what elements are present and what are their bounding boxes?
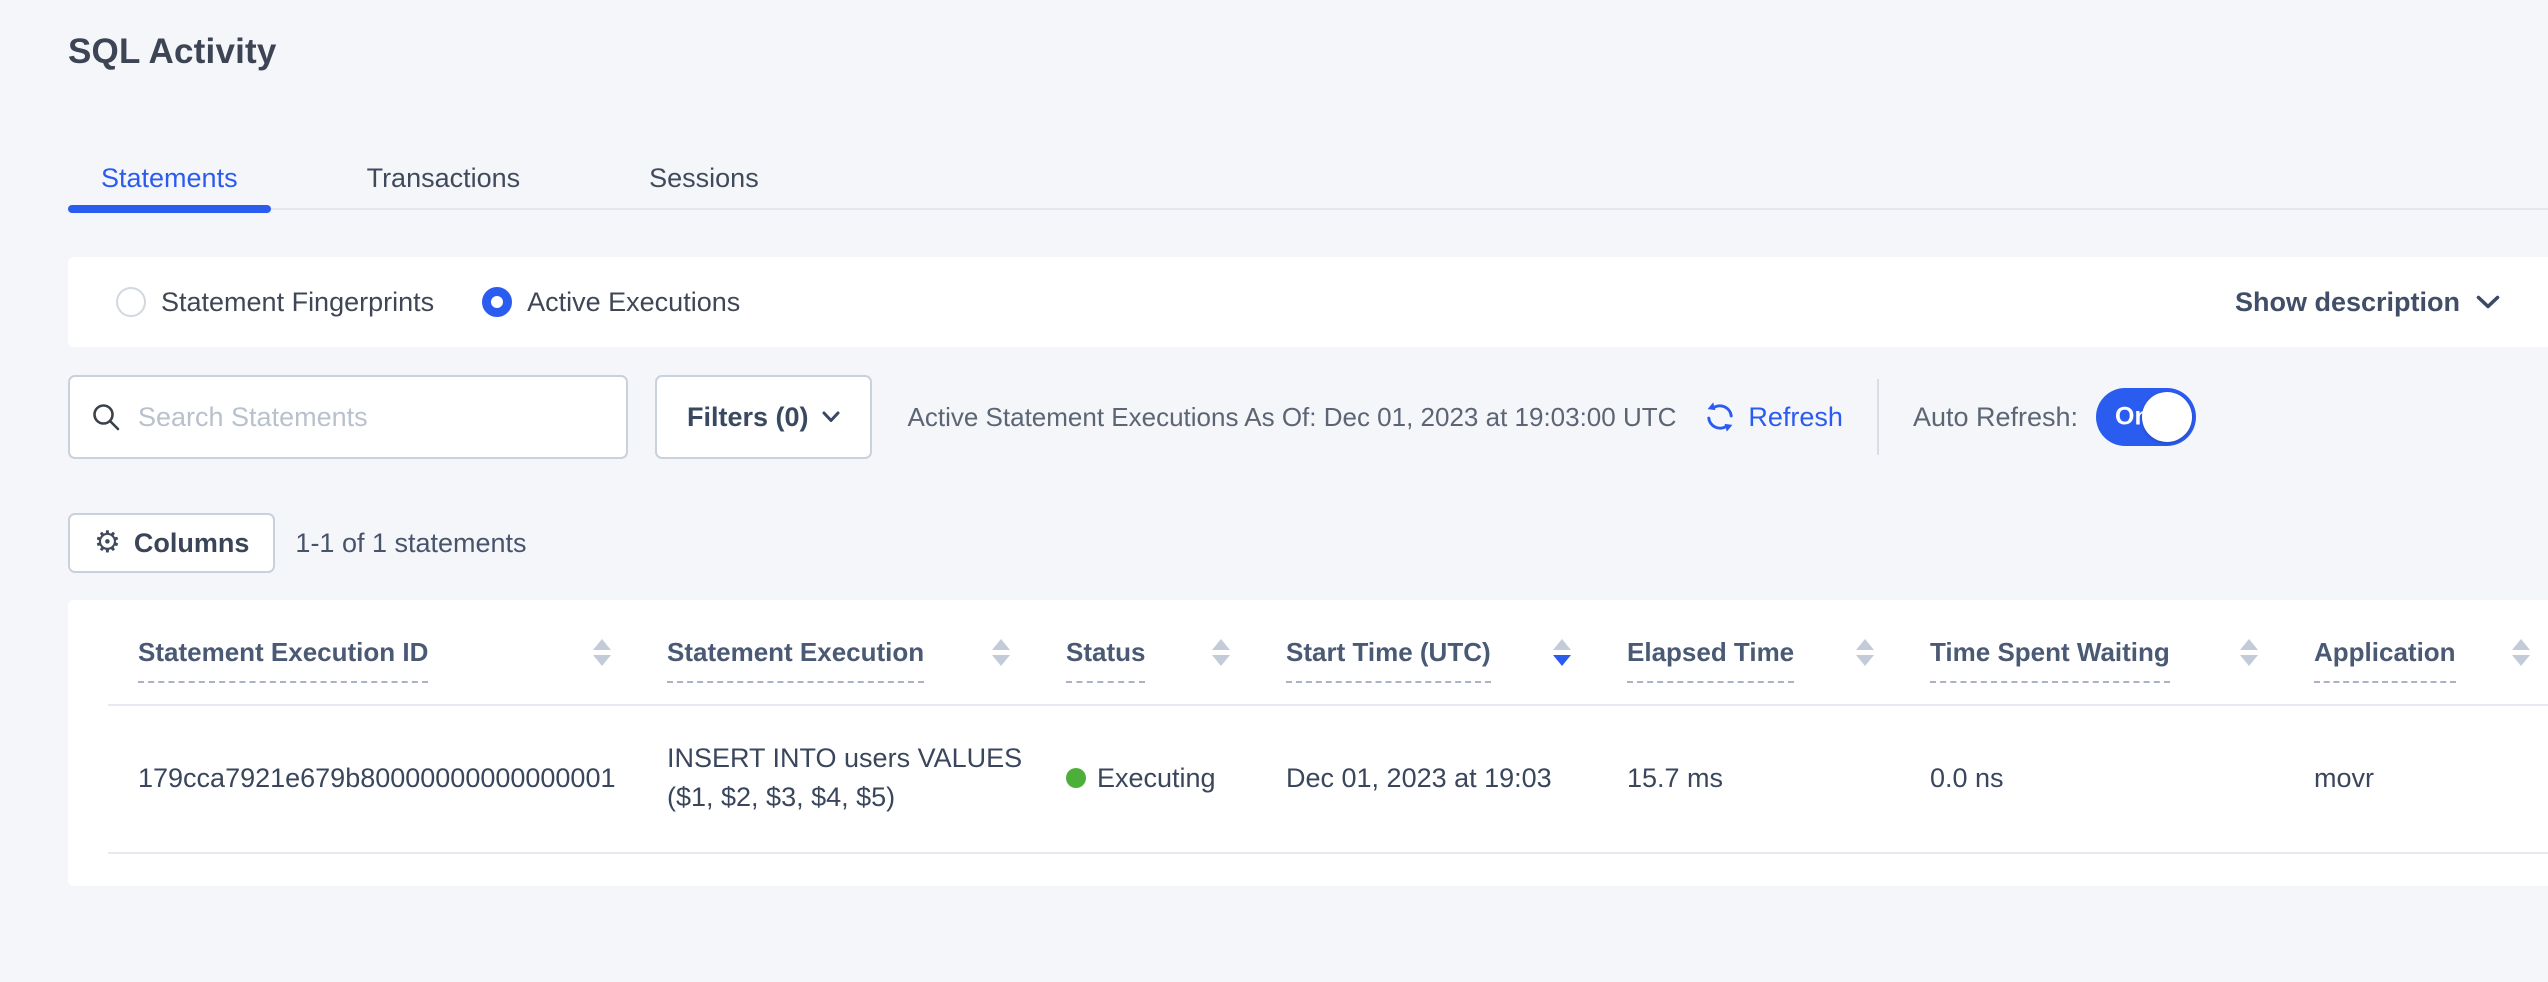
cell-status: Executing	[1066, 763, 1286, 794]
column-header-label[interactable]: Application	[2314, 637, 2456, 683]
cell-time-spent-waiting: 0.0 ns	[1930, 763, 2314, 794]
column-header-label[interactable]: Time Spent Waiting	[1930, 637, 2170, 683]
view-mode-card: Statement Fingerprints Active Executions…	[68, 257, 2548, 347]
table-row[interactable]: 179cca7921e679b80000000000000001 INSERT …	[68, 704, 2548, 852]
sort-icon[interactable]	[1539, 639, 1571, 666]
sort-icon[interactable]	[579, 639, 611, 666]
radio-active-executions[interactable]: Active Executions	[482, 287, 740, 318]
auto-refresh-toggle[interactable]: On	[2096, 388, 2196, 446]
tab-transactions[interactable]: Transactions	[334, 148, 554, 208]
radio-label: Statement Fingerprints	[161, 287, 434, 318]
column-header-label[interactable]: Start Time (UTC)	[1286, 637, 1491, 683]
sort-icon[interactable]	[1842, 639, 1874, 666]
search-input[interactable]	[138, 402, 606, 433]
sql-activity-page: SQL Activity Statements Transactions Ses…	[0, 0, 2548, 982]
sort-icon[interactable]	[2226, 639, 2258, 666]
table-header-row: Statement Execution ID Statement Executi…	[68, 600, 2548, 704]
page-title: SQL Activity	[68, 32, 277, 72]
column-header-statement-execution-id[interactable]: Statement Execution ID	[138, 621, 667, 683]
statement-line-2: ($1, $2, $3, $4, $5)	[667, 778, 1026, 817]
radio-label: Active Executions	[527, 287, 740, 318]
columns-label: Columns	[134, 528, 250, 559]
as-of-text: Active Statement Executions As Of: Dec 0…	[908, 402, 1677, 433]
tab-label: Sessions	[649, 163, 759, 194]
column-header-start-time[interactable]: Start Time (UTC)	[1286, 621, 1627, 683]
radio-icon	[116, 287, 146, 317]
cell-start-time: Dec 01, 2023 at 19:03	[1286, 763, 1627, 794]
search-icon	[90, 401, 122, 433]
toolbar-divider	[1877, 379, 1879, 455]
table-controls: ⚙ Columns 1-1 of 1 statements	[68, 513, 2548, 573]
column-header-elapsed-time[interactable]: Elapsed Time	[1627, 621, 1930, 683]
filters-button[interactable]: Filters (0)	[655, 375, 872, 459]
show-description-label: Show description	[2235, 287, 2460, 318]
sort-icon[interactable]	[978, 639, 1010, 666]
row-separator	[108, 852, 2548, 854]
chevron-down-icon	[2476, 295, 2500, 310]
toggle-knob-icon	[2142, 392, 2192, 442]
refresh-button[interactable]: Refresh	[1704, 401, 1843, 433]
cell-statement-execution-id: 179cca7921e679b80000000000000001	[138, 763, 667, 794]
column-header-label[interactable]: Elapsed Time	[1627, 637, 1794, 683]
cell-application: movr	[2314, 763, 2548, 794]
search-box	[68, 375, 628, 459]
radio-statement-fingerprints[interactable]: Statement Fingerprints	[116, 287, 434, 318]
column-header-label[interactable]: Statement Execution ID	[138, 637, 428, 683]
filters-label: Filters (0)	[687, 402, 809, 433]
tab-sessions[interactable]: Sessions	[616, 148, 792, 208]
show-description-button[interactable]: Show description	[2235, 287, 2500, 318]
results-count: 1-1 of 1 statements	[295, 528, 526, 559]
tab-bar: Statements Transactions Sessions	[68, 148, 2548, 210]
tab-label: Statements	[101, 163, 238, 194]
column-header-label[interactable]: Status	[1066, 637, 1145, 683]
status-executing-dot-icon	[1066, 768, 1086, 788]
column-header-application[interactable]: Application	[2314, 621, 2548, 683]
refresh-label: Refresh	[1748, 402, 1843, 433]
cell-elapsed-time: 15.7 ms	[1627, 763, 1930, 794]
refresh-icon	[1704, 401, 1736, 433]
status-label: Executing	[1097, 763, 1216, 794]
toolbar: Filters (0) Active Statement Executions …	[68, 375, 2548, 459]
statement-line-1: INSERT INTO users VALUES	[667, 739, 1026, 778]
tab-label: Transactions	[367, 163, 521, 194]
radio-icon	[482, 287, 512, 317]
auto-refresh-label: Auto Refresh:	[1913, 402, 2078, 433]
statements-table: Statement Execution ID Statement Executi…	[68, 600, 2548, 886]
sort-icon[interactable]	[1198, 639, 1230, 666]
tab-statements[interactable]: Statements	[68, 148, 271, 208]
columns-button[interactable]: ⚙ Columns	[68, 513, 275, 573]
column-header-time-spent-waiting[interactable]: Time Spent Waiting	[1930, 621, 2314, 683]
cell-statement-execution: INSERT INTO users VALUES ($1, $2, $3, $4…	[667, 739, 1066, 817]
column-header-status[interactable]: Status	[1066, 621, 1286, 683]
column-header-label[interactable]: Statement Execution	[667, 637, 924, 683]
sort-icon[interactable]	[2498, 639, 2530, 666]
column-header-statement-execution[interactable]: Statement Execution	[667, 621, 1066, 683]
chevron-down-icon	[822, 411, 840, 423]
gear-icon: ⚙	[94, 528, 121, 558]
